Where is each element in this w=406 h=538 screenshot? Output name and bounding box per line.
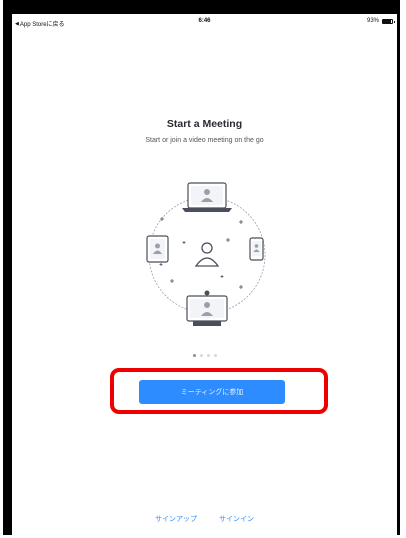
- page-title: Start a Meeting: [166, 118, 243, 130]
- page-dot[interactable]: [199, 354, 203, 357]
- sparkle-icons: [159, 217, 243, 289]
- page-dot[interactable]: [206, 354, 210, 357]
- center-user-icon: [194, 242, 220, 267]
- join-meeting-button[interactable]: ミーティングに参加: [139, 380, 285, 404]
- status-bar: ◀ App Storeに戻る 6:46 93%: [12, 14, 397, 30]
- laptop-icon: [182, 182, 232, 212]
- tablet-icon: [146, 235, 169, 263]
- desktop-monitor-icon: [186, 290, 228, 326]
- meeting-devices-illustration: [146, 182, 266, 326]
- status-right: 93%: [366, 18, 395, 24]
- battery-icon: [382, 18, 395, 24]
- device-frame: ◀ App Storeに戻る 6:46 93% Start a Meeting …: [3, 0, 400, 538]
- phone-icon: [249, 237, 264, 261]
- sign-in-link[interactable]: サインイン: [219, 514, 254, 524]
- auth-links: サインアップ サインイン: [12, 514, 397, 524]
- page-dot[interactable]: [213, 354, 217, 357]
- page-indicator: [12, 354, 397, 357]
- status-time: 6:46: [198, 18, 211, 24]
- battery-percent: 93%: [366, 18, 379, 24]
- page-subtitle: Start or join a video meeting on the go: [145, 137, 264, 144]
- sign-up-link[interactable]: サインアップ: [155, 514, 197, 524]
- app-screen: ◀ App Storeに戻る 6:46 93% Start a Meeting …: [12, 14, 397, 538]
- page-dot-active[interactable]: [192, 354, 196, 357]
